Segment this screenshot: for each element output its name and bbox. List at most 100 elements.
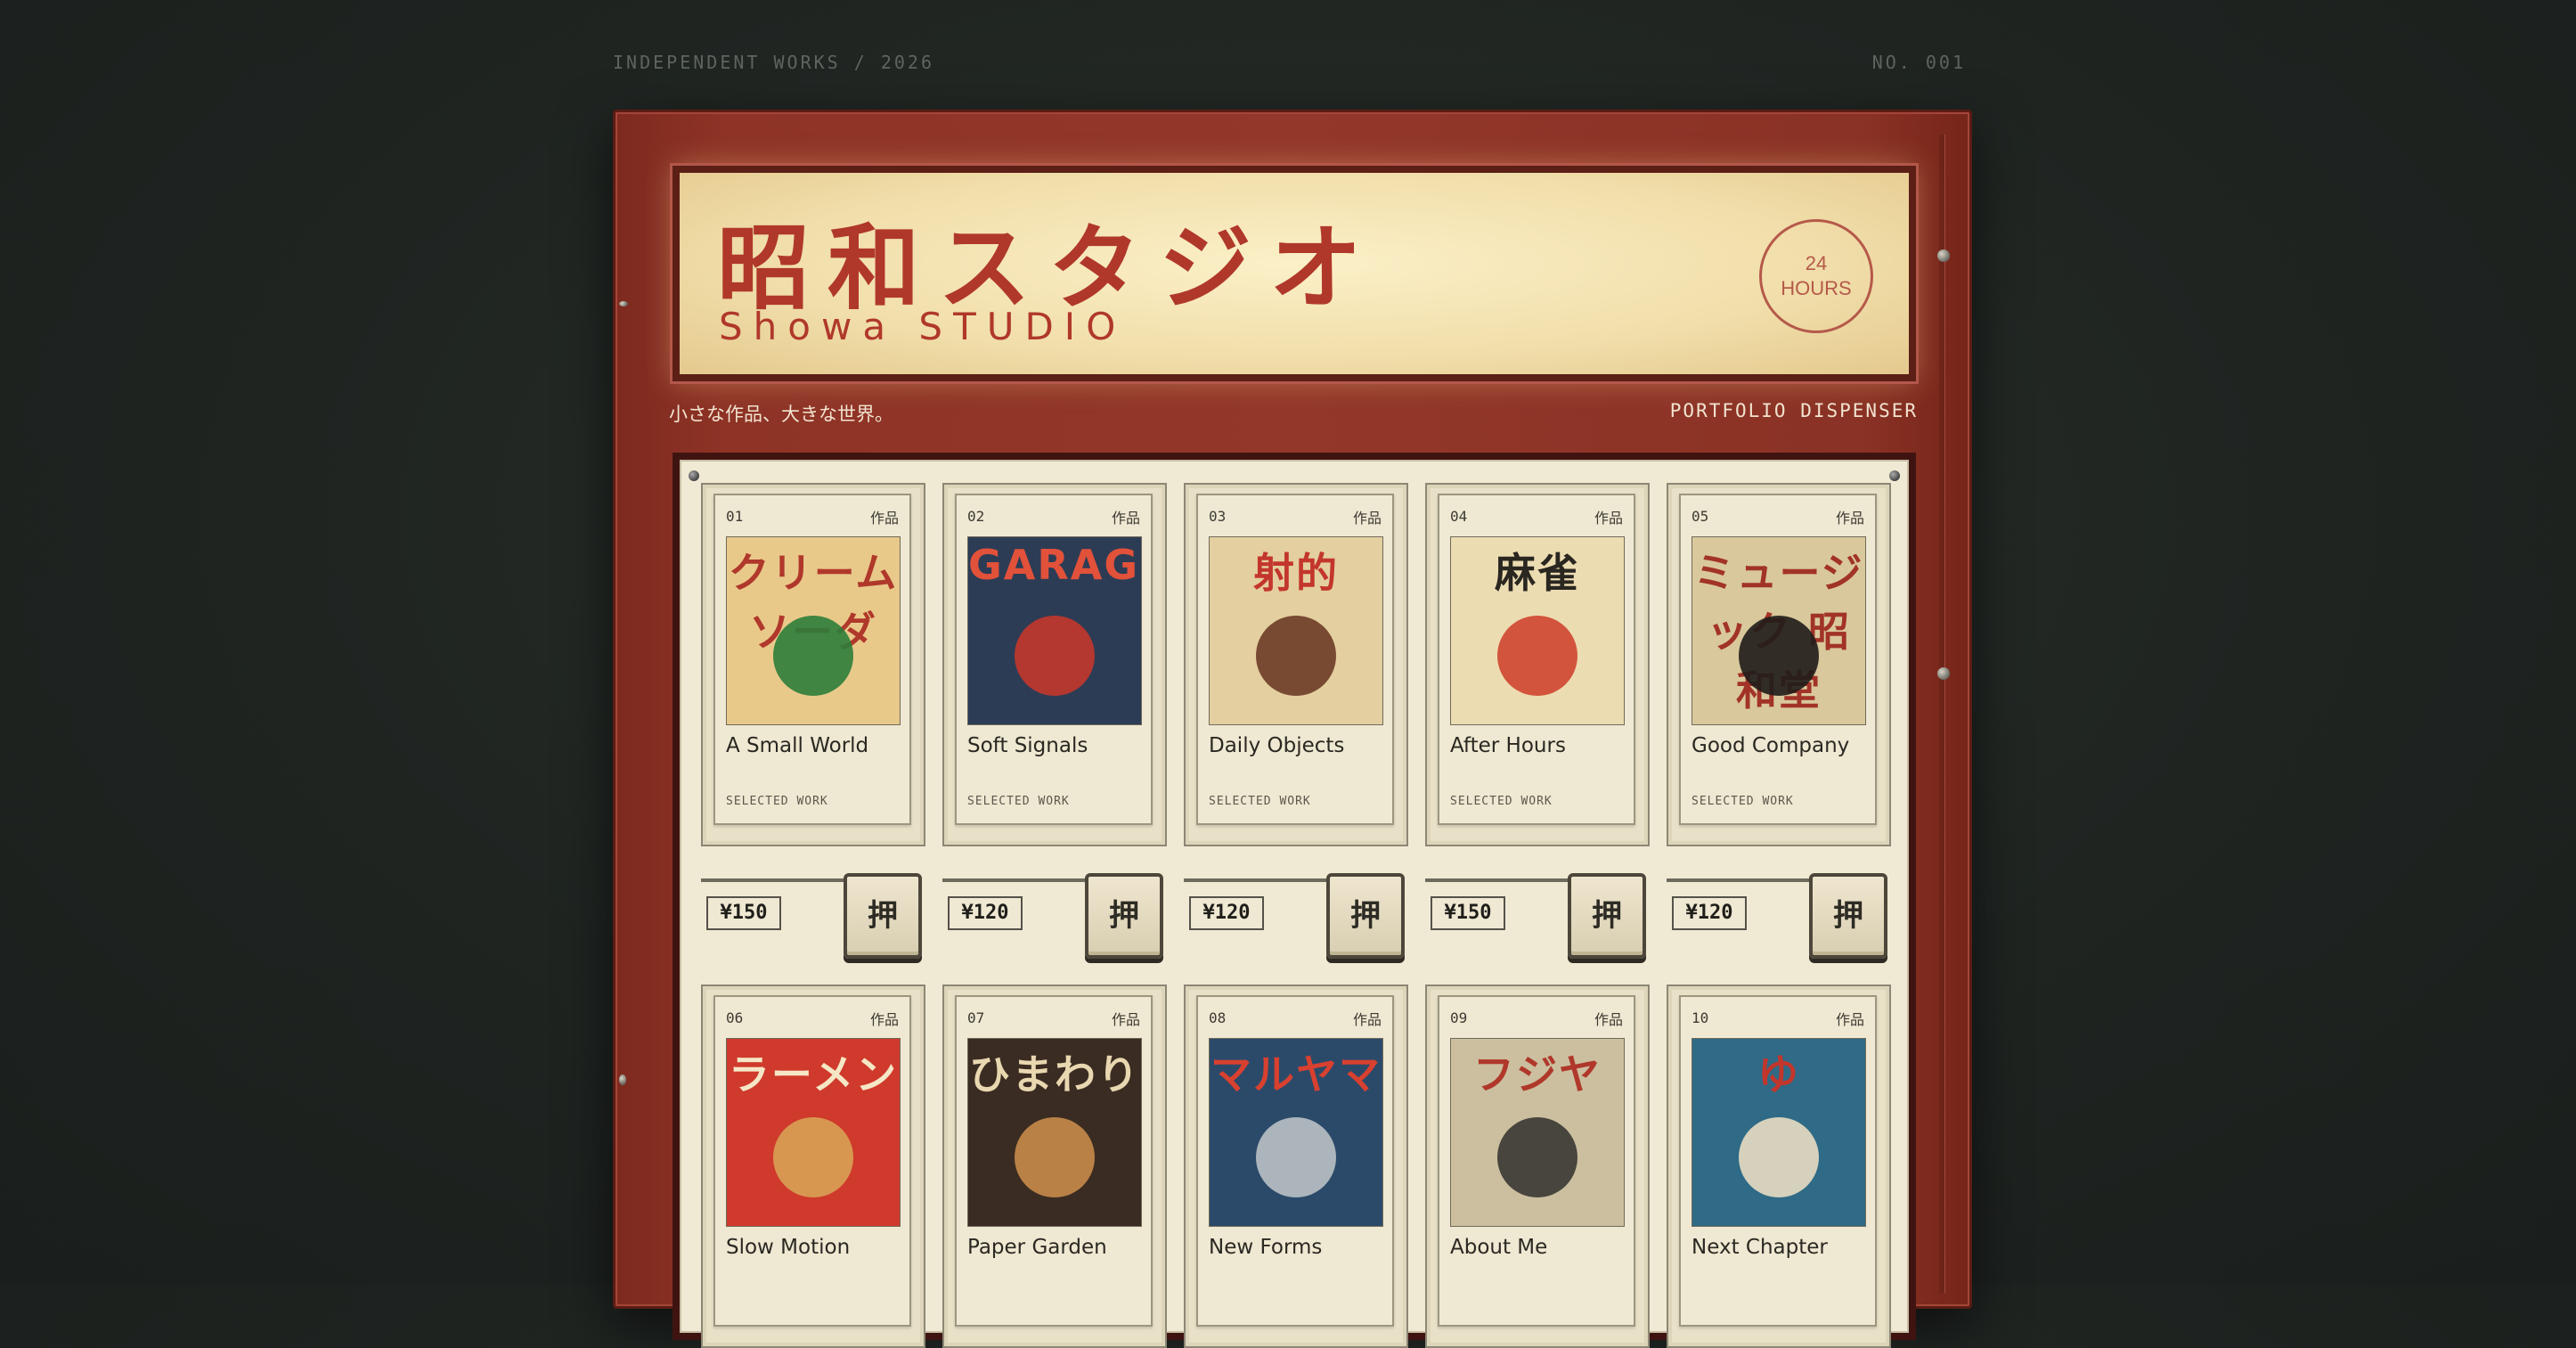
item-title: About Me <box>1450 1236 1548 1259</box>
product-card[interactable]: 01 作品クリームソーダ A Small World SELECTED WORK <box>713 494 911 825</box>
push-button[interactable]: 押 <box>1809 873 1887 959</box>
poster-title: フジヤ <box>1473 1050 1602 1099</box>
price-tag: ¥150 <box>1431 896 1505 930</box>
issue-number: NO. 001 <box>1871 52 1966 73</box>
poster-motif <box>1497 616 1577 696</box>
item-number: 07 <box>967 1009 985 1026</box>
product-slot[interactable]: 10 作品ゆ Next Chapter <box>1667 984 1891 1348</box>
rivet <box>1937 249 1950 262</box>
item-kind: 作品 <box>1835 510 1864 527</box>
item-title: Paper Garden <box>967 1236 1107 1259</box>
price-tag: ¥120 <box>948 896 1023 930</box>
item-title: Daily Objects <box>1209 734 1345 757</box>
product-slot[interactable]: 01 作品クリームソーダ A Small World SELECTED WORK <box>701 483 925 846</box>
item-kind: 作品 <box>1111 510 1140 527</box>
screw <box>1889 470 1900 481</box>
rivet <box>619 1074 626 1085</box>
item-title: After Hours <box>1450 734 1566 757</box>
poster-motif <box>1256 616 1336 696</box>
product-slot[interactable]: 09 作品フジヤ About Me <box>1425 984 1650 1348</box>
series-label: INDEPENDENT WORKS / 2026 <box>613 52 934 73</box>
hours-label: HOURS <box>1781 277 1852 299</box>
hours-number: 24 <box>1805 252 1828 274</box>
studio-title-en: Showa STUDIO <box>719 305 1127 348</box>
item-title: Good Company <box>1692 734 1850 757</box>
item-title: Slow Motion <box>726 1236 851 1259</box>
poster-artwork: フジヤ <box>1450 1038 1625 1227</box>
push-button[interactable]: 押 <box>844 873 922 959</box>
poster-title: 射的 <box>1253 549 1339 597</box>
item-kind: 作品 <box>1352 1011 1382 1028</box>
product-slot[interactable]: 04 作品麻雀 After Hours SELECTED WORK <box>1425 483 1650 846</box>
poster-title: 麻雀 <box>1495 549 1580 597</box>
marquee-sign: 昭和スタジオ Showa STUDIO 24 HOURS <box>673 166 1916 381</box>
poster-artwork: 射的 <box>1209 536 1383 725</box>
poster-motif <box>1015 616 1095 696</box>
poster-title: GARAGE <box>968 541 1141 589</box>
product-card[interactable]: 09 作品フジヤ About Me <box>1438 995 1635 1327</box>
item-subtitle: SELECTED WORK <box>967 795 1070 808</box>
item-subtitle: SELECTED WORK <box>1209 795 1311 808</box>
product-card[interactable]: 07 作品 ひまわり Paper Garden <box>955 995 1153 1327</box>
item-title: A Small World <box>726 734 869 757</box>
item-kind: 作品 <box>869 1011 899 1028</box>
product-card[interactable]: 10 作品ゆ Next Chapter <box>1679 995 1877 1327</box>
product-slot[interactable]: 06 作品ラーメン Slow Motion <box>701 984 925 1348</box>
poster-artwork: ミュージック 昭和堂 <box>1692 536 1866 725</box>
price-tag: ¥120 <box>1189 896 1264 930</box>
product-slot[interactable]: 02 作品 GARAGE Soft Signals SELECTED WORK <box>942 483 1167 846</box>
product-card[interactable]: 08 作品マルヤマ New Forms <box>1196 995 1394 1327</box>
poster-motif <box>1256 1117 1336 1197</box>
item-number: 08 <box>1209 1009 1227 1026</box>
item-kind: 作品 <box>1594 1011 1623 1028</box>
item-subtitle: SELECTED WORK <box>1450 795 1553 808</box>
poster-motif <box>1739 616 1819 696</box>
product-card[interactable]: 06 作品ラーメン Slow Motion <box>713 995 911 1327</box>
item-title: Soft Signals <box>967 734 1088 757</box>
display-window: 01作品クリームソーダA Small WorldSELECTED WORK¥15… <box>673 453 1916 1348</box>
item-title: New Forms <box>1209 1236 1323 1259</box>
poster-artwork: GARAGE <box>967 536 1142 725</box>
poster-title: マルヤマ <box>1211 1050 1382 1099</box>
poster-motif <box>1497 1117 1577 1197</box>
item-subtitle: SELECTED WORK <box>1692 795 1794 808</box>
price-tag: ¥150 <box>706 896 781 930</box>
item-number: 02 <box>967 508 985 525</box>
push-button[interactable]: 押 <box>1085 873 1163 959</box>
price-tag: ¥120 <box>1672 896 1747 930</box>
item-kind: 作品 <box>1835 1011 1864 1028</box>
poster-artwork: 麻雀 <box>1450 536 1625 725</box>
poster-title: ひまわり <box>969 1050 1140 1099</box>
product-card[interactable]: 03 作品 射的 Daily Objects SELECTED WORK <box>1196 494 1394 825</box>
push-button[interactable]: 押 <box>1568 873 1646 959</box>
item-kind: 作品 <box>1594 510 1623 527</box>
poster-motif <box>773 1117 853 1197</box>
product-slot[interactable]: 07 作品 ひまわり Paper Garden <box>942 984 1167 1348</box>
item-number: 01 <box>726 508 744 525</box>
poster-motif <box>773 616 853 696</box>
rivet <box>619 301 628 306</box>
screw <box>689 470 699 481</box>
product-card[interactable]: 05 作品ミュージック 昭和堂 Good Company SELECTED WORK <box>1679 494 1877 825</box>
hours-badge: 24 HOURS <box>1759 219 1873 333</box>
product-card[interactable]: 04 作品麻雀 After Hours SELECTED WORK <box>1438 494 1635 825</box>
item-number: 06 <box>726 1009 744 1026</box>
push-button[interactable]: 押 <box>1326 873 1405 959</box>
product-slot[interactable]: 05 作品ミュージック 昭和堂 Good Company SELECTED WORK <box>1667 483 1891 846</box>
item-number: 09 <box>1450 1009 1468 1026</box>
item-number: 10 <box>1692 1009 1709 1026</box>
product-slot[interactable]: 08 作品マルヤマ New Forms <box>1184 984 1408 1348</box>
rivet <box>1937 667 1950 680</box>
poster-motif <box>1739 1117 1819 1197</box>
item-number: 04 <box>1450 508 1468 525</box>
item-kind: 作品 <box>869 510 899 527</box>
vending-machine: 昭和スタジオ Showa STUDIO 24 HOURS 小さな作品、大きな世界… <box>613 110 1972 1348</box>
item-kind: 作品 <box>1352 510 1382 527</box>
item-title: Next Chapter <box>1692 1236 1828 1259</box>
product-card[interactable]: 02 作品 GARAGE Soft Signals SELECTED WORK <box>955 494 1153 825</box>
poster-title: ゆ <box>1757 1050 1800 1099</box>
poster-artwork: ラーメン <box>726 1038 901 1227</box>
product-slot[interactable]: 03 作品 射的 Daily Objects SELECTED WORK <box>1184 483 1408 846</box>
poster-artwork: マルヤマ <box>1209 1038 1383 1227</box>
poster-artwork: クリームソーダ <box>726 536 901 725</box>
